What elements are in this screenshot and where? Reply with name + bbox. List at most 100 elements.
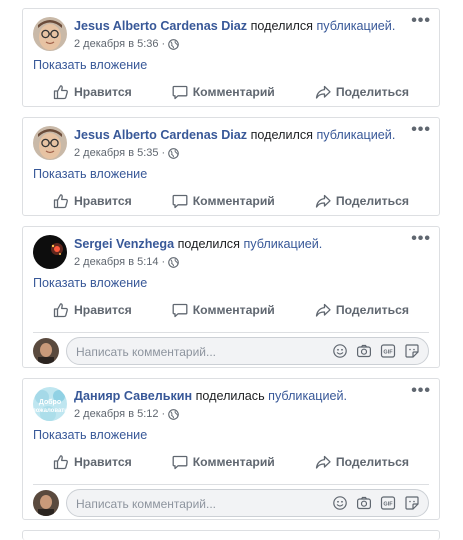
more-options-icon[interactable]: •••: [411, 383, 431, 399]
post-card: Jesus Alberto Cardenas Diaz поделился пу…: [22, 8, 440, 107]
share-arrow-icon: [315, 302, 331, 318]
like-label: Нравится: [74, 194, 132, 208]
comment-label: Комментарий: [192, 455, 275, 469]
share-label: Поделиться: [335, 303, 409, 317]
share-label: Поделиться: [335, 194, 409, 208]
show-attachment-link[interactable]: Показать вложение: [33, 58, 147, 72]
post-actions: Нравится Комментарий Поделиться: [33, 298, 429, 322]
speech-bubble-icon: [172, 454, 188, 470]
share-arrow-icon: [315, 454, 331, 470]
svg-text:пожаловать: пожаловать: [33, 408, 67, 414]
like-button[interactable]: Нравится: [53, 84, 132, 100]
share-label: Поделиться: [335, 455, 409, 469]
comment-label: Комментарий: [192, 303, 275, 317]
svg-text:Добро: Добро: [39, 398, 61, 406]
post-header: Данияр Савелькин поделилась публикацией.: [74, 389, 399, 403]
author-name[interactable]: Данияр Савелькин: [74, 389, 192, 403]
sticker-icon[interactable]: [404, 495, 420, 511]
author-name[interactable]: Jesus Alberto Cardenas Diaz: [74, 19, 247, 33]
post-card: Sergei Venzhega поделился публикацией. 2…: [22, 226, 440, 368]
speech-bubble-icon: [172, 302, 188, 318]
post-header: Sergei Venzhega поделился публикацией.: [74, 237, 399, 251]
post-card-partial: [22, 530, 440, 540]
post-time[interactable]: 2 декабря в 5:12 ·: [74, 408, 165, 420]
comment-button[interactable]: Комментарий: [172, 302, 275, 318]
more-options-icon[interactable]: •••: [411, 231, 431, 247]
author-avatar[interactable]: [33, 17, 67, 51]
shared-post-link[interactable]: публикацией.: [316, 128, 395, 142]
comment-button[interactable]: Комментарий: [172, 193, 275, 209]
post-meta: 2 декабря в 5:36 ·: [74, 38, 180, 50]
shared-post-link[interactable]: публикацией.: [268, 389, 347, 403]
svg-text:GIF: GIF: [383, 350, 393, 356]
speech-bubble-icon: [172, 84, 188, 100]
share-arrow-icon: [315, 84, 331, 100]
more-options-icon[interactable]: •••: [411, 122, 431, 138]
author-name[interactable]: Jesus Alberto Cardenas Diaz: [74, 128, 247, 142]
post-meta: 2 декабря в 5:35 ·: [74, 147, 180, 159]
action-verb: поделился: [177, 237, 240, 251]
post-header: Jesus Alberto Cardenas Diaz поделился пу…: [74, 19, 399, 33]
like-button[interactable]: Нравится: [53, 302, 132, 318]
comment-placeholder: Написать комментарий...: [76, 345, 217, 359]
camera-icon[interactable]: [356, 343, 372, 359]
speech-bubble-icon: [172, 193, 188, 209]
globe-icon: [168, 38, 180, 50]
like-button[interactable]: Нравится: [53, 193, 132, 209]
post-actions: Нравится Комментарий Поделиться: [33, 450, 429, 474]
emoji-icon[interactable]: [332, 343, 348, 359]
comment-composer: Написать комментарий... GIF: [33, 484, 429, 517]
post-meta: 2 декабря в 5:12 ·: [74, 408, 180, 420]
share-button[interactable]: Поделиться: [315, 193, 409, 209]
show-attachment-link[interactable]: Показать вложение: [33, 428, 147, 442]
gif-icon[interactable]: GIF: [380, 343, 396, 359]
action-verb: поделилась: [195, 389, 265, 403]
share-button[interactable]: Поделиться: [315, 84, 409, 100]
globe-icon: [168, 256, 180, 268]
shared-post-link[interactable]: публикацией.: [243, 237, 322, 251]
post-time[interactable]: 2 декабря в 5:35 ·: [74, 147, 165, 159]
action-verb: поделился: [250, 128, 313, 142]
post-header: Jesus Alberto Cardenas Diaz поделился пу…: [74, 128, 399, 142]
like-label: Нравится: [74, 303, 132, 317]
gif-icon[interactable]: GIF: [380, 495, 396, 511]
thumbs-up-icon: [53, 454, 69, 470]
comment-button[interactable]: Комментарий: [172, 454, 275, 470]
show-attachment-link[interactable]: Показать вложение: [33, 276, 147, 290]
shared-post-link[interactable]: публикацией.: [316, 19, 395, 33]
show-attachment-link[interactable]: Показать вложение: [33, 167, 147, 181]
post-time[interactable]: 2 декабря в 5:36 ·: [74, 38, 165, 50]
camera-icon[interactable]: [356, 495, 372, 511]
share-button[interactable]: Поделиться: [315, 302, 409, 318]
like-button[interactable]: Нравится: [53, 454, 132, 470]
globe-icon: [168, 147, 180, 159]
post-actions: Нравится Комментарий Поделиться: [33, 80, 429, 104]
my-avatar[interactable]: [33, 490, 59, 516]
sticker-icon[interactable]: [404, 343, 420, 359]
share-button[interactable]: Поделиться: [315, 454, 409, 470]
like-label: Нравится: [74, 85, 132, 99]
like-label: Нравится: [74, 455, 132, 469]
author-avatar[interactable]: Добро пожаловать: [33, 387, 67, 421]
post-time[interactable]: 2 декабря в 5:14 ·: [74, 256, 165, 268]
thumbs-up-icon: [53, 302, 69, 318]
post-card: Jesus Alberto Cardenas Diaz поделился пу…: [22, 117, 440, 216]
author-avatar[interactable]: [33, 126, 67, 160]
comment-button[interactable]: Комментарий: [172, 84, 275, 100]
comment-input[interactable]: Написать комментарий... GIF: [66, 489, 429, 517]
comment-tools: GIF: [332, 495, 420, 511]
comment-label: Комментарий: [192, 194, 275, 208]
comment-input[interactable]: Написать комментарий... GIF: [66, 337, 429, 365]
author-avatar[interactable]: [33, 235, 67, 269]
post-meta: 2 декабря в 5:14 ·: [74, 256, 180, 268]
post-actions: Нравится Комментарий Поделиться: [33, 189, 429, 213]
comment-label: Комментарий: [192, 85, 275, 99]
author-name[interactable]: Sergei Venzhega: [74, 237, 174, 251]
comment-placeholder: Написать комментарий...: [76, 497, 217, 511]
comment-tools: GIF: [332, 343, 420, 359]
thumbs-up-icon: [53, 193, 69, 209]
emoji-icon[interactable]: [332, 495, 348, 511]
post-card: Добро пожаловать Данияр Савелькин подели…: [22, 378, 440, 520]
more-options-icon[interactable]: •••: [411, 13, 431, 29]
my-avatar[interactable]: [33, 338, 59, 364]
